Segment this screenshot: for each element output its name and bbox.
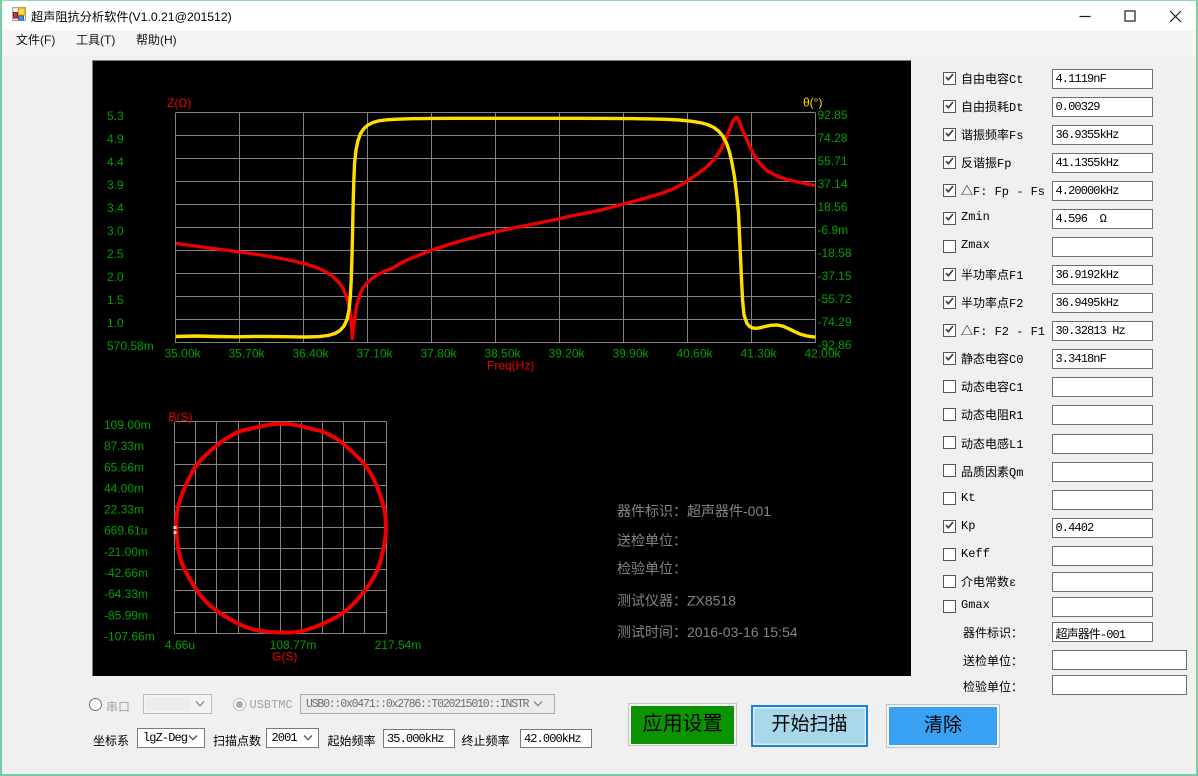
- svg-text:3.0: 3.0: [107, 224, 124, 238]
- svg-text:35.70k: 35.70k: [228, 346, 265, 360]
- svg-text:3.9: 3.9: [107, 178, 124, 192]
- svg-text:-18.58: -18.58: [818, 246, 852, 260]
- svg-text:测试仪器：ZX8518: 测试仪器：ZX8518: [617, 593, 736, 609]
- svg-text:-55.72: -55.72: [818, 292, 852, 306]
- svg-text:55.71: 55.71: [818, 154, 848, 168]
- svg-text:37.10k: 37.10k: [356, 346, 393, 360]
- svg-text:5.3: 5.3: [107, 109, 124, 123]
- svg-text:42.00k: 42.00k: [804, 346, 841, 360]
- svg-text:Freq(Hz): Freq(Hz): [487, 359, 534, 373]
- svg-text:测试时间：2016-03-16 15:54: 测试时间：2016-03-16 15:54: [617, 624, 798, 640]
- svg-text:送检单位：: 送检单位：: [617, 533, 687, 549]
- svg-text:18.56: 18.56: [818, 200, 848, 214]
- svg-text:65.66m: 65.66m: [104, 460, 144, 474]
- svg-text:40.60k: 40.60k: [676, 346, 713, 360]
- svg-text:-85.99m: -85.99m: [104, 608, 148, 622]
- svg-text:-42.66m: -42.66m: [104, 566, 148, 580]
- svg-text:38.50k: 38.50k: [484, 346, 521, 360]
- svg-text:3.4: 3.4: [107, 201, 124, 215]
- svg-text:37.14: 37.14: [818, 177, 848, 191]
- svg-text:Z(Ω): Z(Ω): [167, 96, 191, 110]
- svg-text:44.00m: 44.00m: [104, 481, 144, 495]
- svg-text:92.85: 92.85: [818, 108, 848, 122]
- svg-text:2.0: 2.0: [107, 270, 124, 284]
- svg-text:570.58m: 570.58m: [107, 339, 154, 353]
- svg-text:-74.29: -74.29: [818, 315, 852, 329]
- svg-text:22.33m: 22.33m: [104, 503, 144, 517]
- svg-text:2.5: 2.5: [107, 247, 124, 261]
- svg-text:35.00k: 35.00k: [164, 346, 201, 360]
- svg-text:器件标识：超声器件-001: 器件标识：超声器件-001: [617, 503, 771, 519]
- svg-text:74.28: 74.28: [818, 131, 848, 145]
- svg-text:109.00m: 109.00m: [104, 418, 151, 432]
- svg-text:1.5: 1.5: [107, 293, 124, 307]
- svg-text:108.77m: 108.77m: [270, 638, 317, 652]
- svg-text:39.90k: 39.90k: [612, 346, 649, 360]
- svg-text:1.0: 1.0: [107, 316, 124, 330]
- svg-text:36.40k: 36.40k: [292, 346, 329, 360]
- svg-text:-107.66m: -107.66m: [104, 629, 155, 643]
- svg-text:41.30k: 41.30k: [740, 346, 777, 360]
- svg-text:39.20k: 39.20k: [548, 346, 585, 360]
- svg-text:-21.00m: -21.00m: [104, 545, 148, 559]
- svg-text:4.66u: 4.66u: [165, 638, 195, 652]
- svg-text:4.4: 4.4: [107, 155, 124, 169]
- svg-text:B(S): B(S): [169, 410, 193, 424]
- svg-text:-64.33m: -64.33m: [104, 587, 148, 601]
- svg-text:检验单位：: 检验单位：: [617, 561, 687, 577]
- svg-text:217.54m: 217.54m: [375, 638, 422, 652]
- svg-text:669.61u: 669.61u: [104, 524, 147, 538]
- svg-text:37.80k: 37.80k: [420, 346, 457, 360]
- svg-text:87.33m: 87.33m: [104, 439, 144, 453]
- svg-text:-37.15: -37.15: [818, 269, 852, 283]
- svg-text:-6.9m: -6.9m: [818, 223, 849, 237]
- svg-text:4.9: 4.9: [107, 132, 124, 146]
